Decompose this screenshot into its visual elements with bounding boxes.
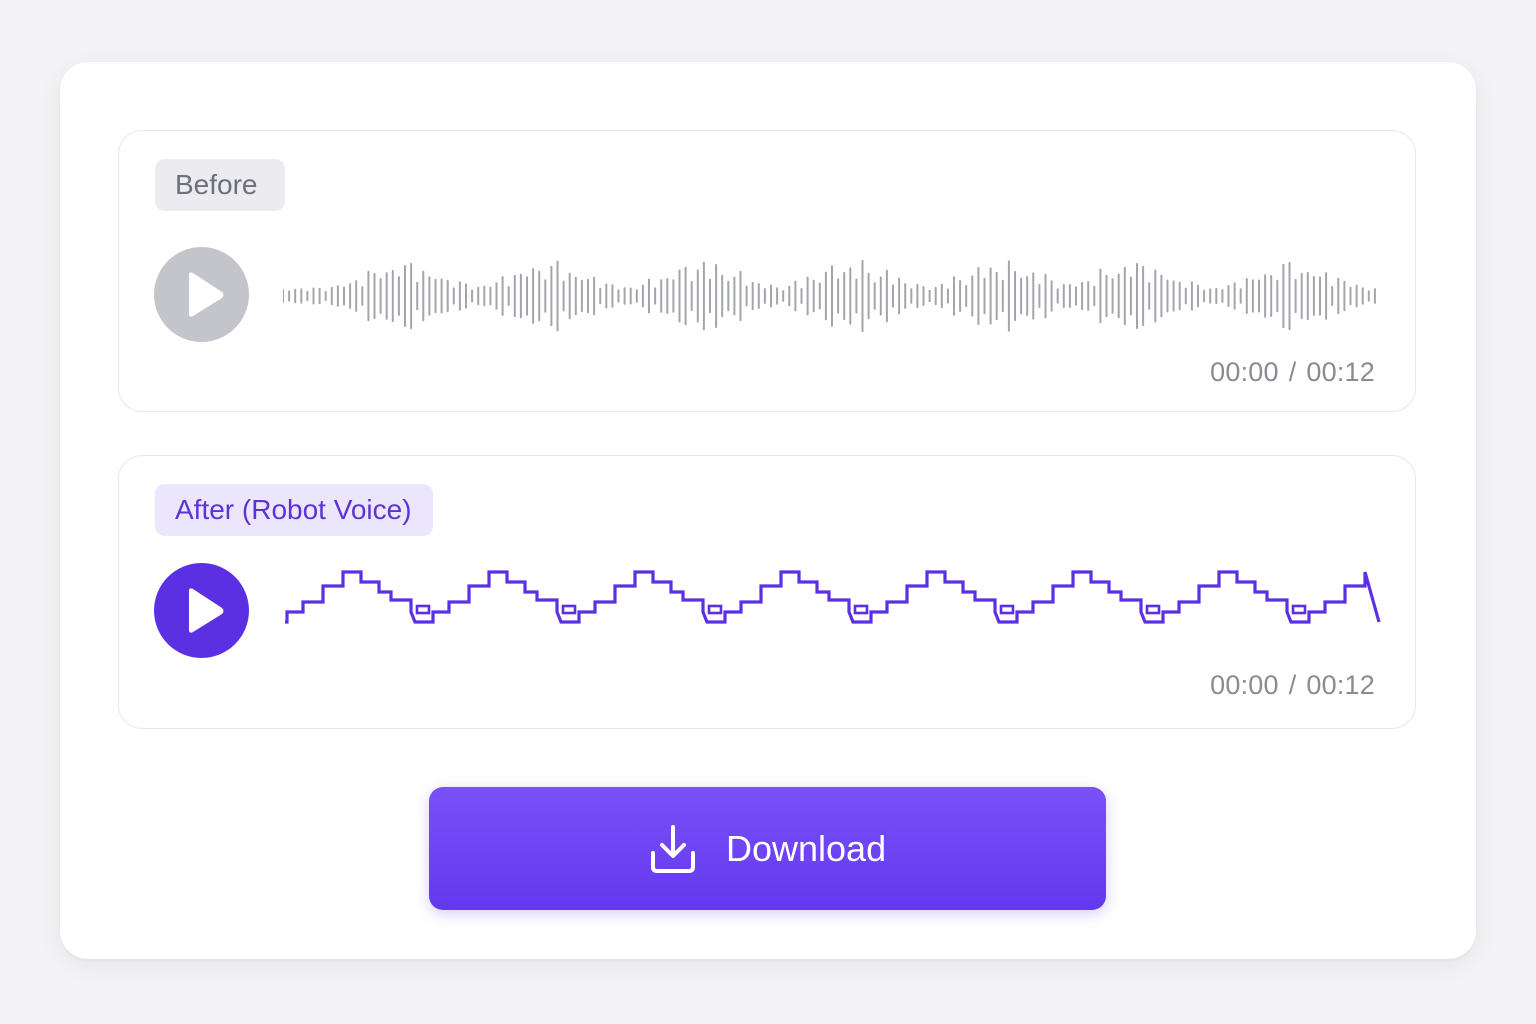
play-icon: [189, 588, 224, 633]
download-label: Download: [726, 828, 887, 869]
after-time-total: 00:12: [1306, 670, 1375, 700]
download-icon: [651, 825, 695, 873]
after-label: After (Robot Voice): [155, 484, 433, 536]
after-time-current: 00:00: [1210, 670, 1279, 700]
play-icon: [189, 272, 224, 317]
before-label: Before: [155, 159, 285, 211]
before-audio-panel: Before 00:00 / 00:12: [118, 130, 1416, 412]
after-time-separator: /: [1288, 670, 1297, 700]
download-button[interactable]: Download: [429, 787, 1106, 910]
after-waveform[interactable]: [283, 556, 1383, 646]
before-time-separator: /: [1288, 357, 1297, 387]
before-time-total: 00:12: [1306, 357, 1375, 387]
after-play-button[interactable]: [154, 563, 249, 658]
audio-comparison-card: Before 00:00 / 00:12 After (Robot Voice) 0…: [60, 62, 1476, 959]
before-time-display: 00:00 / 00:12: [1210, 357, 1375, 388]
before-time-current: 00:00: [1210, 357, 1279, 387]
after-audio-panel: After (Robot Voice) 00:00 / 00:12: [118, 455, 1416, 729]
before-play-button[interactable]: [154, 247, 249, 342]
after-time-display: 00:00 / 00:12: [1210, 670, 1375, 701]
before-waveform[interactable]: [283, 251, 1383, 341]
